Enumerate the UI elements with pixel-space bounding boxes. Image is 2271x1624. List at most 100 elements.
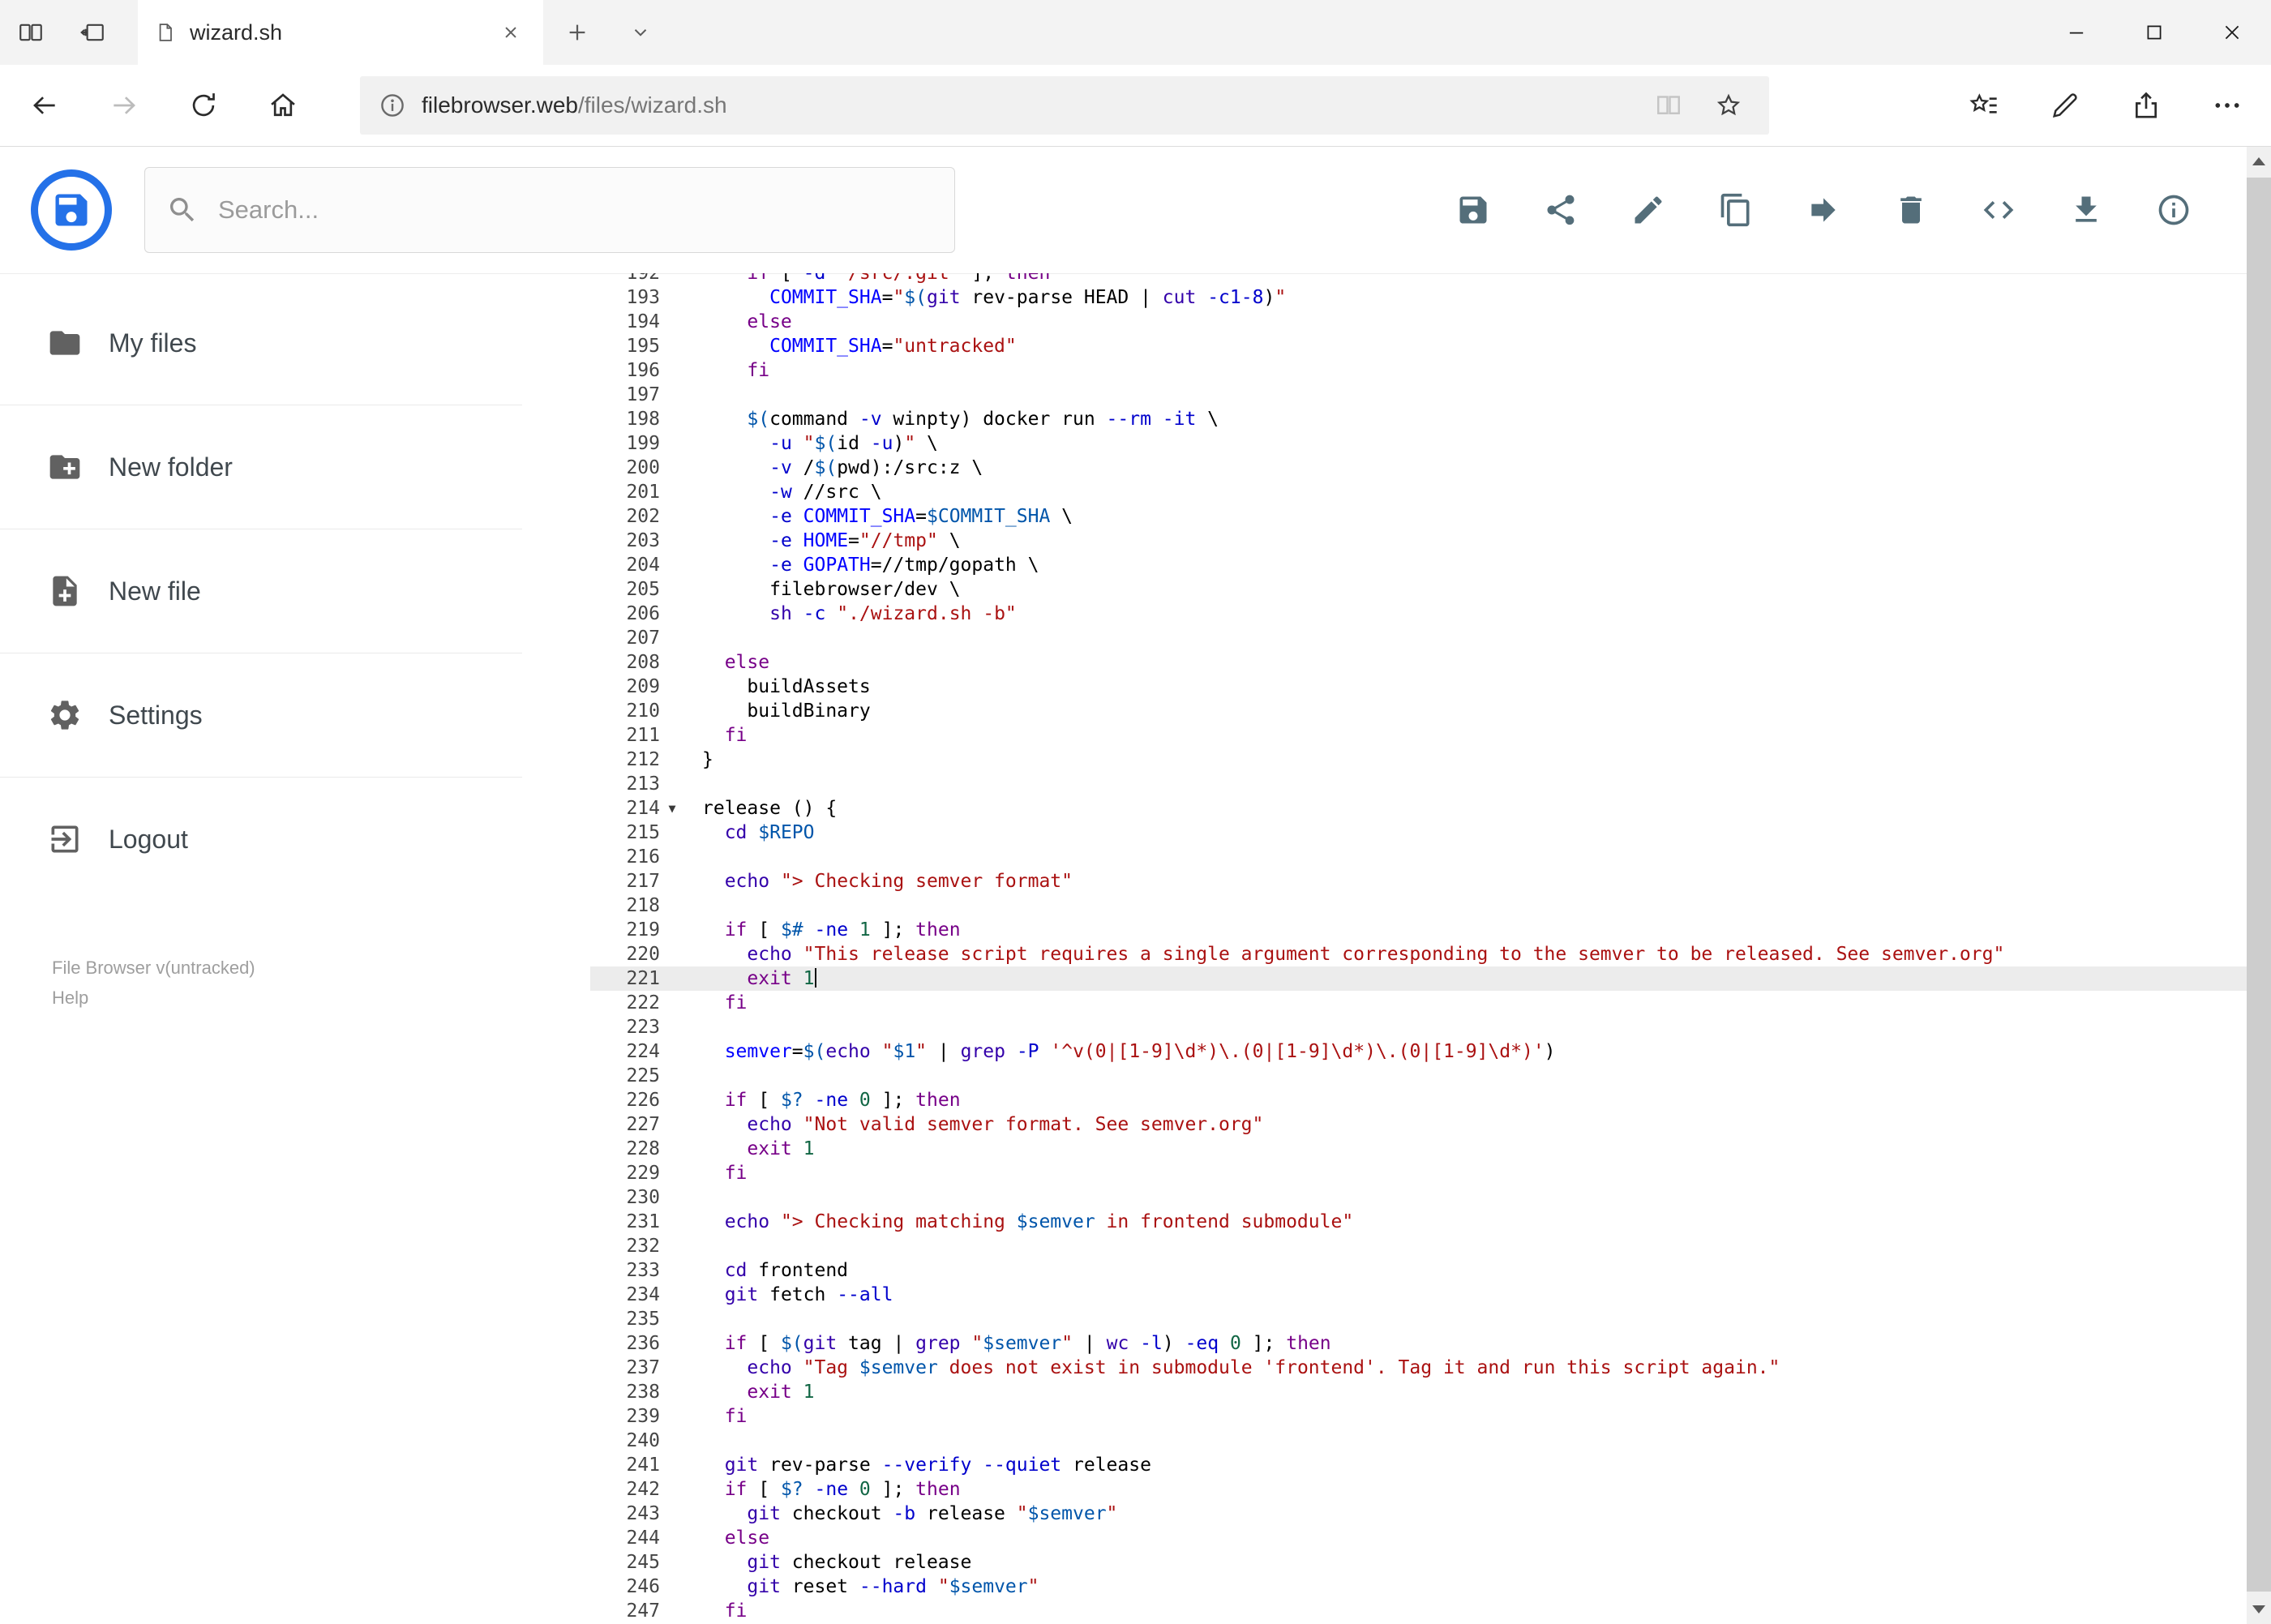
code-line-213[interactable]: 213 [522,772,2271,796]
vertical-scrollbar[interactable] [2247,147,2271,1624]
fold-marker-icon[interactable]: ▼ [660,796,684,821]
code-line-216[interactable]: 216 [522,845,2271,869]
code-line-210[interactable]: 210 buildBinary [522,699,2271,723]
reading-view-button[interactable] [1646,83,1691,128]
sidebar-item-settings[interactable]: Settings [0,653,522,777]
code-line-239[interactable]: 239 fi [522,1404,2271,1429]
code-line-199[interactable]: 199 -u "$(id -u)" \ [522,431,2271,456]
rename-button[interactable] [1630,192,1666,228]
more-menu-button[interactable] [2187,65,2268,146]
code-line-234[interactable]: 234 git fetch --all [522,1283,2271,1307]
scroll-up-button[interactable] [2247,147,2271,176]
code-line-230[interactable]: 230 [522,1185,2271,1210]
code-line-241[interactable]: 241 git rev-parse --verify --quiet relea… [522,1453,2271,1477]
code-line-232[interactable]: 232 [522,1234,2271,1258]
minimize-button[interactable] [2037,0,2115,65]
share-button[interactable] [2106,65,2187,146]
code-line-195[interactable]: 195 COMMIT_SHA="untracked" [522,334,2271,358]
copy-button[interactable] [1718,192,1754,228]
code-line-193[interactable]: 193 COMMIT_SHA="$(git rev-parse HEAD | c… [522,285,2271,310]
code-line-211[interactable]: 211 fi [522,723,2271,748]
code-line-201[interactable]: 201 -w //src \ [522,480,2271,504]
code-line-215[interactable]: 215 cd $REPO [522,821,2271,845]
code-line-192[interactable]: 192 if [ -d "/src/.git" ]; then [522,273,2271,285]
close-window-button[interactable] [2193,0,2271,65]
delete-button[interactable] [1893,192,1929,228]
code-line-214[interactable]: 214 ▼ release () { [522,796,2271,821]
code-line-203[interactable]: 203 -e HOME="//tmp" \ [522,529,2271,553]
code-line-223[interactable]: 223 [522,1015,2271,1039]
sidebar-item-my-files[interactable]: My files [0,281,522,405]
new-tab-button[interactable] [543,0,611,65]
code-line-240[interactable]: 240 [522,1429,2271,1453]
code-line-205[interactable]: 205 filebrowser/dev \ [522,577,2271,602]
code-line-197[interactable]: 197 [522,383,2271,407]
code-line-238[interactable]: 238 exit 1 [522,1380,2271,1404]
scrollbar-thumb[interactable] [2247,178,2271,1592]
info-button[interactable] [2156,192,2192,228]
code-line-220[interactable]: 220 echo "This release script requires a… [522,942,2271,966]
code-line-198[interactable]: 198 $(command -v winpty) docker run --rm… [522,407,2271,431]
code-line-224[interactable]: 224 semver=$(echo "$1" | grep -P '^v(0|[… [522,1039,2271,1064]
move-button[interactable] [1806,192,1841,228]
code-line-196[interactable]: 196 fi [522,358,2271,383]
save-button[interactable] [1455,192,1491,228]
code-line-207[interactable]: 207 [522,626,2271,650]
code-line-200[interactable]: 200 -v /$(pwd):/src:z \ [522,456,2271,480]
refresh-button[interactable] [164,65,243,146]
code-line-229[interactable]: 229 fi [522,1161,2271,1185]
raw-code-button[interactable] [1981,192,2016,228]
code-editor[interactable]: 192 if [ -d "/src/.git" ]; then 193 COMMI… [522,273,2271,1624]
sidebar-item-new-file[interactable]: New file [0,529,522,653]
add-favorite-button[interactable] [1706,83,1751,128]
search-bar[interactable] [144,167,955,253]
help-link[interactable]: Help [52,983,522,1013]
code-line-247[interactable]: 247 fi [522,1599,2271,1623]
code-line-235[interactable]: 235 [522,1307,2271,1331]
sidebar-item-logout[interactable]: Logout [0,778,522,901]
share-file-button[interactable] [1543,192,1579,228]
set-tabs-aside-button[interactable] [62,0,123,65]
hub-button[interactable] [1943,65,2025,146]
code-line-231[interactable]: 231 echo "> Checking matching $semver in… [522,1210,2271,1234]
code-line-204[interactable]: 204 -e GOPATH=//tmp/gopath \ [522,553,2271,577]
tab-close-button[interactable] [495,16,527,49]
code-line-208[interactable]: 208 else [522,650,2271,675]
code-line-236[interactable]: 236 if [ $(git tag | grep "$semver" | wc… [522,1331,2271,1356]
forward-button[interactable] [84,65,164,146]
code-line-243[interactable]: 243 git checkout -b release "$semver" [522,1502,2271,1526]
code-line-227[interactable]: 227 echo "Not valid semver format. See s… [522,1112,2271,1137]
back-button[interactable] [5,65,84,146]
code-line-221[interactable]: 221 exit 1 [522,966,2271,991]
code-line-244[interactable]: 244 else [522,1526,2271,1550]
code-line-226[interactable]: 226 if [ $? -ne 0 ]; then [522,1088,2271,1112]
web-note-button[interactable] [2025,65,2106,146]
code-line-209[interactable]: 209 buildAssets [522,675,2271,699]
code-line-219[interactable]: 219 if [ $# -ne 1 ]; then [522,918,2271,942]
code-line-222[interactable]: 222 fi [522,991,2271,1015]
code-line-245[interactable]: 245 git checkout release [522,1550,2271,1575]
maximize-button[interactable] [2115,0,2193,65]
code-line-217[interactable]: 217 echo "> Checking semver format" [522,869,2271,893]
browser-tab[interactable]: wizard.sh [138,0,543,65]
code-line-233[interactable]: 233 cd frontend [522,1258,2271,1283]
sidebar-item-new-folder[interactable]: New folder [0,405,522,529]
scroll-down-button[interactable] [2247,1595,2271,1624]
download-button[interactable] [2068,192,2104,228]
code-line-242[interactable]: 242 if [ $? -ne 0 ]; then [522,1477,2271,1502]
code-line-225[interactable]: 225 [522,1064,2271,1088]
code-line-202[interactable]: 202 -e COMMIT_SHA=$COMMIT_SHA \ [522,504,2271,529]
code-text: exit 1 [747,968,816,989]
code-line-212[interactable]: 212} [522,748,2271,772]
code-line-228[interactable]: 228 exit 1 [522,1137,2271,1161]
code-line-218[interactable]: 218 [522,893,2271,918]
tabs-set-aside-list-button[interactable] [0,0,62,65]
code-line-246[interactable]: 246 git reset --hard "$semver" [522,1575,2271,1599]
code-line-194[interactable]: 194 else [522,310,2271,334]
code-line-237[interactable]: 237 echo "Tag $semver does not exist in … [522,1356,2271,1380]
code-line-206[interactable]: 206 sh -c "./wizard.sh -b" [522,602,2271,626]
search-input[interactable] [218,195,933,225]
home-button[interactable] [243,65,323,146]
address-bar[interactable]: filebrowser.web/files/wizard.sh [360,76,1769,135]
tab-preview-chevron-button[interactable] [611,0,670,65]
